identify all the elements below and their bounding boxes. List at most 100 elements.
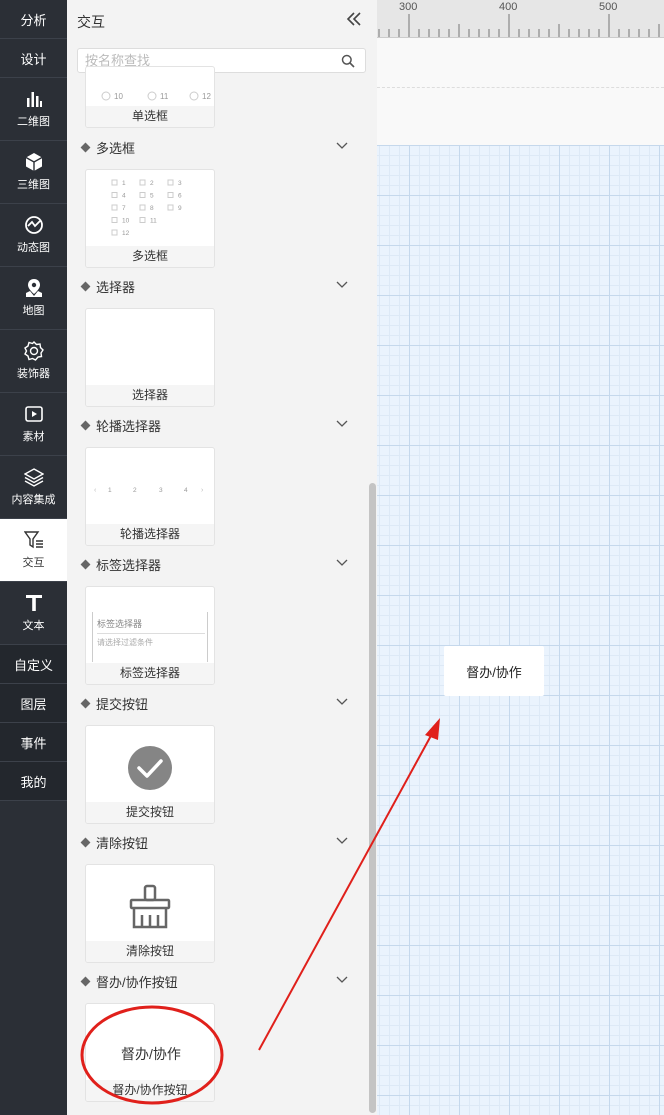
tag-preview-placeholder: 请选择过滤条件 [97, 638, 153, 647]
component-card-tag-selector[interactable]: 标签选择器 请选择过滤条件 标签选择器 [85, 586, 215, 685]
checkbox-square [139, 204, 146, 211]
section-header-submit-button[interactable]: 提交按钮 [80, 693, 149, 713]
chevron-down-icon[interactable] [336, 419, 348, 429]
diamond-icon [80, 698, 91, 708]
chevron-down-icon[interactable] [336, 836, 348, 846]
canvas-grid[interactable] [377, 145, 664, 1115]
checkbox-option: 11 [150, 218, 157, 225]
nav-item-design[interactable]: 设计 [0, 39, 67, 78]
component-card-radio[interactable]: 10 11 12 单选框 [85, 66, 215, 128]
nav-item-label: 地图 [22, 305, 45, 317]
nav-item-decorator[interactable]: 装饰器 [0, 330, 67, 393]
nav-item-mine[interactable]: 我的 [0, 762, 67, 801]
nav-item-label: 内容集成 [11, 494, 56, 506]
text-t-icon [25, 595, 42, 611]
component-card-supervise-button[interactable]: 督办/协作 督办/协作按钮 [85, 1003, 215, 1102]
chevron-down-icon[interactable] [336, 141, 348, 151]
chevron-down-icon[interactable] [336, 558, 348, 568]
canvas-top-strip [377, 38, 664, 88]
map-pin-icon [25, 279, 42, 297]
radio-option: 11 [160, 92, 169, 101]
nav-item-events[interactable]: 事件 [0, 723, 67, 762]
nav-item-3d-chart[interactable]: 三维图 [0, 141, 67, 204]
nav-item-analysis[interactable]: 分析 [0, 0, 67, 39]
nav-item-2d-chart[interactable]: 二维图 [0, 78, 67, 141]
checkbox-square [111, 204, 118, 211]
play-square-icon [24, 406, 43, 422]
checkbox-option: 4 [122, 193, 126, 200]
design-canvas-area: 300 400 500 督办/协作 [377, 0, 664, 1115]
checkbox-square [139, 192, 146, 198]
checkbox-square [111, 217, 118, 223]
component-card-carousel-selector[interactable]: ‹ 1 2 3 4 › 轮播选择器 [85, 447, 215, 546]
supervise-preview-text: 督办/协作 [121, 1046, 181, 1062]
tag-selector-preview: 标签选择器 请选择过滤条件 [92, 612, 208, 662]
nav-item-layers[interactable]: 图层 [0, 684, 67, 723]
checkbox-preview: 1 2 34 5 67 8 910 1112 [111, 179, 182, 237]
section-header-checkbox[interactable]: 多选框 [80, 137, 135, 157]
nav-item-content-integration[interactable]: 内容集成 [0, 456, 67, 519]
checkbox-option: 2 [150, 180, 154, 187]
carousel-item: 1 [108, 487, 112, 494]
diamond-icon [80, 142, 91, 152]
search-icon[interactable] [341, 54, 355, 68]
section-title: 提交按钮 [96, 696, 149, 712]
chevron-down-icon[interactable] [336, 697, 348, 707]
dynamic-chart-icon [24, 216, 43, 234]
nav-item-material[interactable]: 素材 [0, 393, 67, 456]
chevron-down-icon[interactable] [336, 975, 348, 985]
checkbox-square [111, 192, 118, 198]
placed-supervise-button[interactable]: 督办/协作 [444, 646, 544, 696]
diamond-icon [80, 559, 91, 569]
carousel-preview: ‹ 1 2 3 4 › [94, 487, 204, 494]
section-header-carousel-selector[interactable]: 轮播选择器 [80, 415, 161, 435]
ruler-label: 300 [399, 1, 418, 13]
ruler-label: 400 [499, 1, 518, 13]
svg-text:›: › [201, 487, 204, 494]
card-label: 单选框 [86, 106, 214, 127]
panel-title: 交互 [77, 14, 105, 30]
section-title: 选择器 [96, 279, 136, 295]
horizontal-ruler: 300 400 500 [377, 0, 664, 38]
section-header-supervise-button[interactable]: 督办/协作按钮 [80, 971, 178, 991]
chevron-down-icon[interactable] [336, 280, 348, 290]
nav-item-custom[interactable]: 自定义 [0, 645, 67, 684]
checkbox-square [167, 204, 174, 211]
check-circle-icon [128, 746, 172, 790]
ruler-label: 500 [599, 1, 618, 13]
nav-item-text[interactable]: 文本 [0, 582, 67, 645]
radio-option: 10 [114, 92, 123, 101]
checkbox-option: 5 [150, 193, 154, 200]
nav-item-dynamic-chart[interactable]: 动态图 [0, 204, 67, 267]
nav-item-interaction[interactable]: 交互 [0, 519, 67, 582]
component-panel: 交互 10 11 12 单选框 多选框 123456789101112 多选框 … [67, 0, 377, 1115]
section-title: 清除按钮 [96, 835, 149, 851]
checkbox-option: 10 [122, 218, 130, 225]
nav-item-label: 文本 [22, 620, 45, 632]
panel-scrollbar[interactable] [369, 483, 376, 1113]
checkbox-square [167, 192, 174, 198]
component-card-selector[interactable]: 选择器 [85, 308, 215, 407]
collapse-double-chevron-icon[interactable] [345, 10, 363, 28]
tag-preview-title: 标签选择器 [97, 619, 143, 629]
svg-text:‹: ‹ [94, 487, 97, 494]
cube-icon [25, 153, 42, 171]
section-header-selector[interactable]: 选择器 [80, 276, 136, 296]
component-card-clear-button[interactable]: 清除按钮 [85, 864, 215, 963]
radio-preview: 10 11 12 [101, 91, 211, 101]
component-card-checkbox[interactable]: 1 2 3 4 5 6 7 8 9 10 11 12 多选框 [85, 169, 215, 268]
checkbox-option: 12 [122, 230, 130, 237]
component-card-submit-button[interactable]: 提交按钮 [85, 725, 215, 824]
card-label: 轮播选择器 [86, 524, 214, 545]
nav-item-map[interactable]: 地图 [0, 267, 67, 330]
checkbox-square [167, 179, 174, 186]
diamond-icon [80, 281, 91, 291]
section-header-clear-button[interactable]: 清除按钮 [80, 832, 149, 852]
checkbox-option: 3 [178, 180, 182, 187]
decorator-icon [23, 341, 44, 361]
section-title: 标签选择器 [96, 557, 162, 573]
section-header-tag-selector[interactable]: 标签选择器 [80, 554, 162, 574]
bar-chart-icon [26, 92, 42, 107]
checkbox-option: 1 [122, 180, 126, 187]
checkbox-option: 7 [122, 205, 126, 212]
